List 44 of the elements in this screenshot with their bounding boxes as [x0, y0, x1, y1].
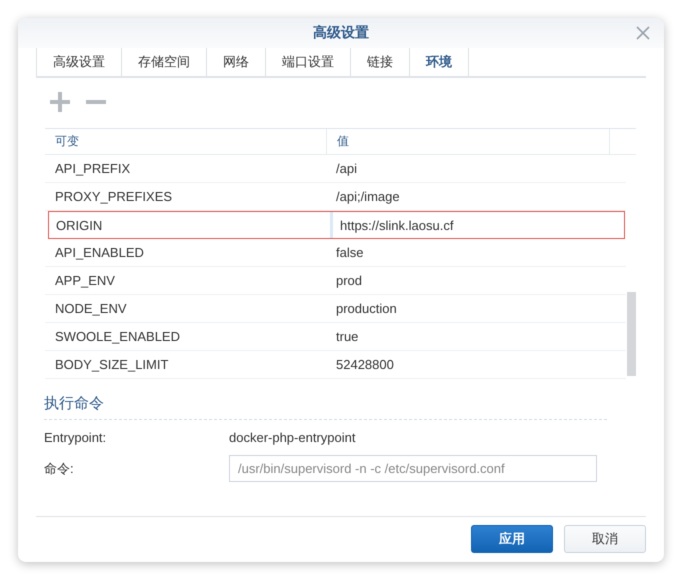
section-heading: 执行命令	[44, 394, 607, 420]
table-row[interactable]: SWOOLE_ENABLED true	[45, 323, 626, 351]
table-row[interactable]: ORIGIN https://slink.laosu.cf	[48, 211, 625, 239]
scrollbar-thumb[interactable]	[627, 292, 636, 376]
table-cell-text: NODE_ENV	[54, 300, 128, 318]
window-title: 高级设置	[313, 24, 369, 42]
table-cell: https://slink.laosu.cf	[330, 212, 620, 238]
tab[interactable]: 链接	[350, 48, 409, 76]
table-cell-text: BODY_SIZE_LIMIT	[54, 356, 170, 374]
table-cell-text: /api;/image	[335, 188, 401, 206]
close-icon[interactable]	[636, 26, 650, 40]
table-row[interactable]: API_PREFIX /api	[45, 155, 626, 183]
table-cell-text: 52428800	[335, 356, 395, 374]
tab[interactable]: 环境	[409, 48, 469, 76]
table-cell-text: ORIGIN	[55, 216, 104, 234]
table-cell-text: true	[335, 328, 360, 346]
table-cell-text: PROXY_PREFIXES	[54, 188, 174, 206]
field-value: docker-php-entrypoint	[229, 430, 356, 445]
tab[interactable]: 网络	[206, 48, 265, 76]
table-cell-text: API_PREFIX	[54, 160, 132, 178]
table-cell-text: SWOOLE_ENABLED	[54, 328, 181, 346]
table-cell-text: APP_ENV	[54, 272, 116, 290]
table-row[interactable]: NODE_ENV production	[45, 295, 626, 323]
column-header[interactable]: 值	[326, 129, 609, 154]
column-header[interactable]: 可变	[45, 129, 326, 154]
cancel-button[interactable]: 取消	[564, 525, 646, 553]
table-cell-text: prod	[335, 272, 364, 290]
command-field[interactable]: /usr/bin/supervisord -n -c /etc/supervisord.conf	[229, 455, 597, 482]
apply-button[interactable]: 应用	[471, 525, 553, 553]
tab[interactable]: 高级设置	[36, 48, 121, 76]
table-row[interactable]: APP_ENV prod	[45, 267, 626, 295]
tab[interactable]: 端口设置	[265, 48, 350, 76]
table-row[interactable]: BODY_SIZE_LIMIT 52428800	[45, 351, 626, 379]
field-label: Entrypoint:	[44, 430, 108, 445]
table-row[interactable]: API_ENABLED false	[45, 239, 626, 267]
table-cell-text: production	[335, 300, 398, 318]
field-label: 命令:	[44, 460, 75, 478]
add-icon[interactable]	[49, 91, 71, 113]
table-cell-text: false	[335, 244, 364, 262]
table-cell-text: API_ENABLED	[54, 244, 145, 262]
remove-icon[interactable]	[85, 100, 107, 104]
table-row[interactable]: PROXY_PREFIXES /api;/image	[45, 183, 626, 211]
table-cell-text: /api	[335, 160, 358, 178]
tab[interactable]: 存储空间	[121, 48, 206, 76]
